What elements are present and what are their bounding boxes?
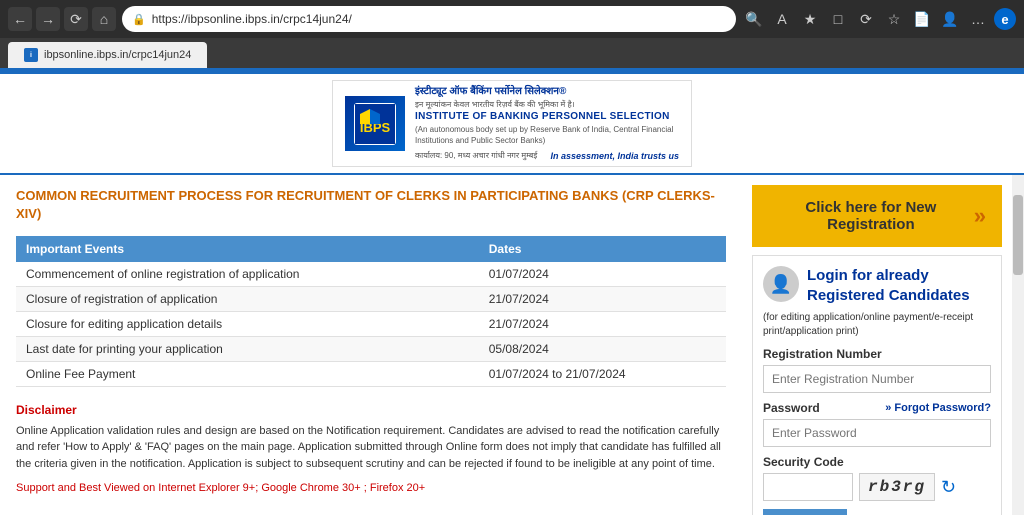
table-row: Last date for printing your application0… bbox=[16, 336, 726, 361]
table-row: Commencement of online registration of a… bbox=[16, 262, 726, 287]
browser-controls: ← → ⟳ ⌂ bbox=[8, 7, 116, 31]
more-icon[interactable]: … bbox=[966, 7, 990, 31]
registration-number-input[interactable] bbox=[763, 365, 991, 393]
scrollbar[interactable] bbox=[1012, 175, 1024, 515]
tab-icon[interactable]: □ bbox=[826, 7, 850, 31]
header-title-hindi: इंस्टीट्यूट ऑफ बैंकिंग पर्सोनेल सिलेक्शन… bbox=[415, 85, 679, 99]
edge-icon[interactable]: e bbox=[994, 8, 1016, 30]
left-panel: COMMON RECRUITMENT PROCESS FOR RECRUITME… bbox=[0, 175, 742, 515]
lock-icon: 🔒 bbox=[132, 13, 146, 26]
date-cell: 21/07/2024 bbox=[479, 286, 726, 311]
date-cell: 05/08/2024 bbox=[479, 336, 726, 361]
address-bar[interactable]: 🔒 https://ibpsonline.ibps.in/crpc14jun24… bbox=[122, 6, 736, 32]
captcha-refresh-button[interactable]: ↻ bbox=[941, 477, 956, 498]
home-button[interactable]: ⌂ bbox=[92, 7, 116, 31]
login-header: 👤 Login for alreadyRegistered Candidates bbox=[763, 266, 991, 305]
right-panel: Click here for New Registration » 👤 Logi… bbox=[742, 175, 1012, 515]
chevron-icon: » bbox=[974, 203, 986, 229]
browser-actions: 🔍 A ★ □ ⟳ ☆ 📄 👤 … e bbox=[742, 7, 1016, 31]
table-row: Closure of registration of application21… bbox=[16, 286, 726, 311]
scrollbar-thumb[interactable] bbox=[1013, 195, 1023, 275]
disclaimer-title: Disclaimer bbox=[16, 403, 726, 417]
page-title: COMMON RECRUITMENT PROCESS FOR RECRUITME… bbox=[16, 187, 726, 223]
ibps-logo: IBPS bbox=[345, 96, 405, 151]
browser-support-text: Support and Best Viewed on Internet Expl… bbox=[16, 482, 726, 494]
table-row: Online Fee Payment01/07/2024 to 21/07/20… bbox=[16, 361, 726, 386]
security-code-input[interactable] bbox=[763, 473, 853, 501]
header-footer-text: कार्यालय: 90, मध्य अचार गांधी नगर मुम्बई bbox=[415, 150, 537, 163]
collections-icon[interactable]: 📄 bbox=[910, 7, 934, 31]
captcha-image: rb3rg bbox=[859, 473, 935, 501]
header-subtitle-hindi: इन मूल्यांकन केवल भारतीय रिज़र्व बैंक की… bbox=[415, 99, 679, 110]
profile-icon[interactable]: 👤 bbox=[938, 7, 962, 31]
password-label: Password » Forgot Password? bbox=[763, 401, 991, 415]
favorites-icon[interactable]: ☆ bbox=[882, 7, 906, 31]
tab-favicon: i bbox=[24, 48, 38, 62]
col-dates: Dates bbox=[479, 236, 726, 262]
header-logo-container: IBPS इंस्टीट्यूट ऑफ बैंकिंग पर्सोनेल सिल… bbox=[332, 80, 692, 167]
search-icon[interactable]: 🔍 bbox=[742, 7, 766, 31]
reg-number-label: Registration Number bbox=[763, 347, 991, 361]
url-text: https://ibpsonline.ibps.in/crpc14jun24/ bbox=[152, 12, 352, 26]
forgot-password-link[interactable]: » Forgot Password? bbox=[885, 402, 991, 414]
read-mode-icon[interactable]: A bbox=[770, 7, 794, 31]
security-code-row: rb3rg ↻ bbox=[763, 473, 991, 501]
reload-button[interactable]: ⟳ bbox=[64, 7, 88, 31]
login-title: Login for alreadyRegistered Candidates bbox=[807, 266, 970, 305]
browser-chrome: ← → ⟳ ⌂ 🔒 https://ibpsonline.ibps.in/crp… bbox=[0, 0, 1024, 38]
table-row: Closure for editing application details2… bbox=[16, 311, 726, 336]
star-icon[interactable]: ★ bbox=[798, 7, 822, 31]
date-cell: 01/07/2024 bbox=[479, 262, 726, 287]
col-events: Important Events bbox=[16, 236, 479, 262]
security-code-label: Security Code bbox=[763, 455, 991, 469]
date-cell: 01/07/2024 to 21/07/2024 bbox=[479, 361, 726, 386]
content-wrapper: COMMON RECRUITMENT PROCESS FOR RECRUITME… bbox=[0, 175, 1024, 515]
header-area: IBPS इंस्टीट्यूट ऑफ बैंकिंग पर्सोनेल सिल… bbox=[0, 74, 1024, 175]
password-input[interactable] bbox=[763, 419, 991, 447]
events-table: Important Events Dates Commencement of o… bbox=[16, 236, 726, 387]
event-cell: Closure of registration of application bbox=[16, 286, 479, 311]
event-cell: Closure for editing application details bbox=[16, 311, 479, 336]
event-cell: Commencement of online registration of a… bbox=[16, 262, 479, 287]
login-box: 👤 Login for alreadyRegistered Candidates… bbox=[752, 255, 1002, 515]
header-tagline: In assessment, India trusts us bbox=[550, 150, 679, 163]
refresh-icon[interactable]: ⟳ bbox=[854, 7, 878, 31]
event-cell: Last date for printing your application bbox=[16, 336, 479, 361]
new-registration-label: Click here for New Registration bbox=[768, 199, 974, 233]
login-subtitle: (for editing application/online payment/… bbox=[763, 311, 991, 339]
header-title-eng: INSTITUTE OF BANKING PERSONNEL SELECTION bbox=[415, 110, 679, 124]
submit-button[interactable]: Submit bbox=[763, 509, 847, 515]
date-cell: 21/07/2024 bbox=[479, 311, 726, 336]
new-registration-button[interactable]: Click here for New Registration » bbox=[752, 185, 1002, 247]
forward-button[interactable]: → bbox=[36, 7, 60, 31]
back-button[interactable]: ← bbox=[8, 7, 32, 31]
tab-bar: i ibpsonline.ibps.in/crpc14jun24 bbox=[0, 38, 1024, 68]
tab-label: ibpsonline.ibps.in/crpc14jun24 bbox=[44, 49, 191, 61]
disclaimer-text: Online Application validation rules and … bbox=[16, 423, 726, 473]
header-subtitle-eng: (An autonomous body set up by Reserve Ba… bbox=[415, 124, 679, 146]
header-text: इंस्टीट्यूट ऑफ बैंकिंग पर्सोनेल सिलेक्शन… bbox=[415, 85, 679, 162]
event-cell: Online Fee Payment bbox=[16, 361, 479, 386]
user-avatar-icon: 👤 bbox=[763, 266, 799, 302]
active-tab[interactable]: i ibpsonline.ibps.in/crpc14jun24 bbox=[8, 42, 207, 68]
